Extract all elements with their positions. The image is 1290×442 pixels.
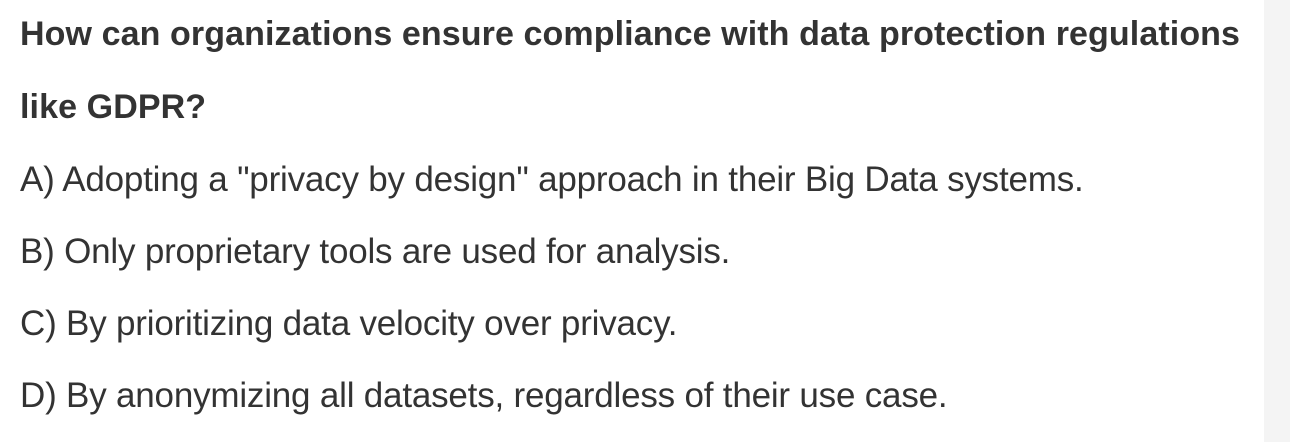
question-text: How can organizations ensure compliance …	[20, 15, 1241, 126]
quiz-page: How can organizations ensure compliance …	[0, 0, 1290, 442]
scrollbar-track[interactable]	[1264, 0, 1290, 442]
answer-options: A) Adopting a "privacy by design" approa…	[20, 144, 1260, 432]
question-card: How can organizations ensure compliance …	[20, 0, 1260, 432]
answer-option-a[interactable]: A) Adopting a "privacy by design" approa…	[20, 144, 1260, 216]
answer-option-b[interactable]: B) Only proprietary tools are used for a…	[20, 216, 1260, 288]
answer-option-d[interactable]: D) By anonymizing all datasets, regardle…	[20, 360, 1260, 432]
answer-option-c[interactable]: C) By prioritizing data velocity over pr…	[20, 288, 1260, 360]
